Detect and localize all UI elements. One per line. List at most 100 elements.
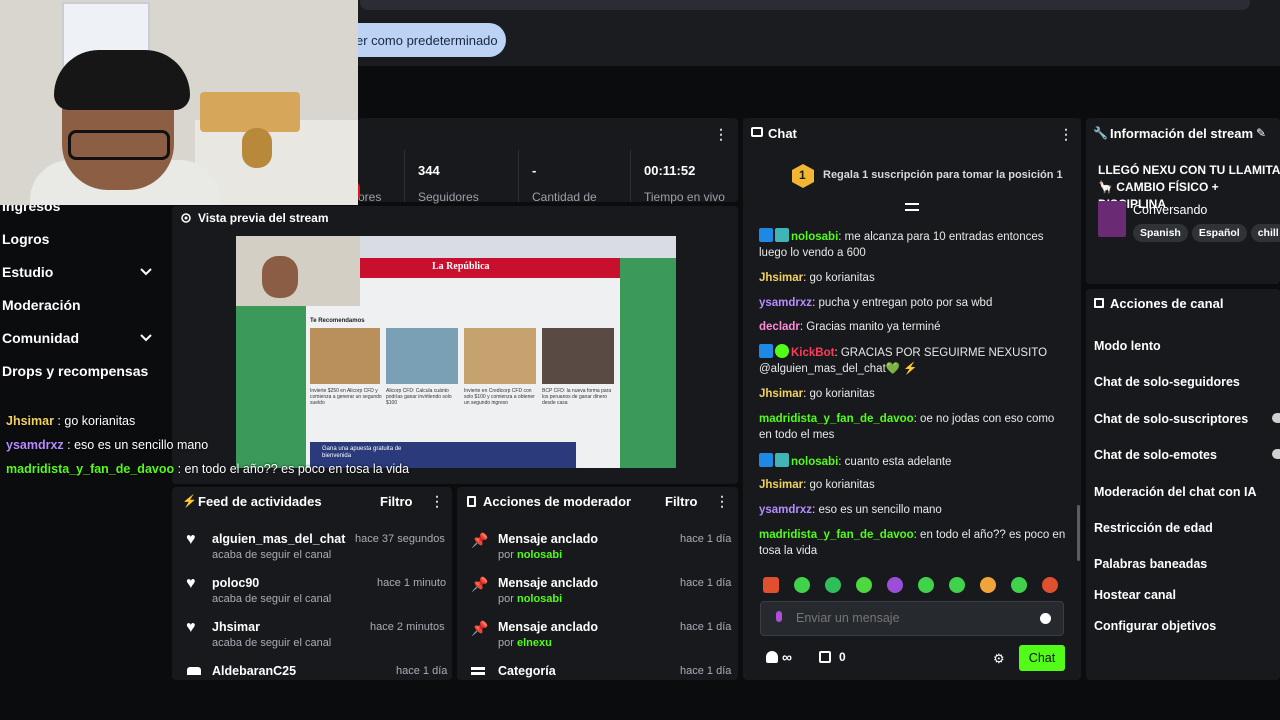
chat-text: : go korianitas [803, 388, 875, 400]
tag-chip[interactable]: Español [1191, 224, 1247, 242]
emote-icon[interactable] [918, 577, 934, 593]
category-thumbnail[interactable] [1098, 201, 1126, 237]
activity-feed-filter[interactable]: Filtro [380, 494, 413, 509]
chevron-down-icon[interactable] [140, 332, 152, 344]
chat-username[interactable]: nolosabi [791, 231, 838, 243]
category-name[interactable]: Conversando [1133, 203, 1207, 217]
mod-item-user[interactable]: nolosabi [517, 593, 562, 605]
emotes-only-toggle[interactable] [1272, 449, 1280, 459]
chat-username[interactable]: KickBot [791, 347, 834, 359]
mod-actions-menu-icon[interactable]: ⋮ [715, 493, 729, 510]
feed-item-name[interactable]: Jhsimar [212, 620, 260, 634]
sidebar-item-estudio[interactable]: Estudio [2, 264, 53, 280]
chat-message: decladr: Gracias manito ya terminé [759, 319, 1069, 335]
tag-chip[interactable]: Spanish [1133, 224, 1188, 242]
chat-username[interactable]: ysamdrxz [759, 504, 812, 516]
set-default-button[interactable]: er como predeterminado [340, 23, 506, 57]
stats-panel: ⋮ 344 Seguidores ores - Cantidad de 00:1… [358, 118, 738, 204]
mod-item-name: Mensaje anclado [498, 576, 599, 590]
chevron-down-icon[interactable] [140, 266, 152, 278]
emote-icon[interactable] [949, 577, 965, 593]
chat-username[interactable]: nolosabi [791, 456, 838, 468]
document-icon [467, 496, 476, 507]
emote-icon[interactable] [887, 577, 903, 593]
teddy-bear [242, 128, 272, 168]
emote-icon[interactable] [794, 577, 810, 593]
emoji-picker-icon[interactable] [1040, 613, 1051, 624]
chat-message: ysamdrxz: pucha y entregan poto por sa w… [759, 295, 1069, 311]
channel-actions-title: Acciones de canal [1110, 296, 1224, 311]
action-emotes-only[interactable]: Chat de solo-emotes [1094, 448, 1217, 462]
chat-text: : pucha y entregan poto por sa wbd [812, 297, 993, 309]
chat-text: : Gracias manito ya terminé [799, 321, 941, 333]
chat-input[interactable] [796, 608, 1026, 628]
preview-article: BCP CFD: la nueva forma para los peruano… [542, 388, 612, 406]
chat-username[interactable]: Jhsimar [759, 388, 803, 400]
action-slow-mode[interactable]: Modo lento [1094, 339, 1161, 353]
chat-username[interactable]: madridista_y_fan_de_davoo [759, 413, 914, 425]
feed-item-name[interactable]: AldebaranC25 [212, 664, 296, 678]
emote-bar [763, 577, 1063, 595]
chat-menu-icon[interactable]: ⋮ [1059, 126, 1073, 143]
action-subscribers-only[interactable]: Chat de solo-suscriptores [1094, 412, 1248, 426]
sidebar-item-moderacion[interactable]: Moderación [2, 297, 81, 313]
mod-item-name: Mensaje anclado [498, 620, 599, 634]
gift-sub-prompt[interactable]: Regala 1 suscripción para tomar la posic… [823, 169, 1063, 181]
preview-face [262, 256, 298, 298]
feed-item-name[interactable]: poloc90 [212, 576, 259, 590]
chat-username[interactable]: ysamdrxz [759, 297, 812, 309]
action-host-channel[interactable]: Hostear canal [1094, 588, 1176, 602]
preview-side-can-left [236, 296, 306, 468]
chat-username[interactable]: madridista_y_fan_de_davoo [759, 529, 914, 541]
gear-icon[interactable]: ⚙ [993, 651, 1005, 667]
mod-item-by-label: por [498, 549, 517, 561]
preview-article: Invierte $250 en Alicorp CFD y comienza … [310, 388, 382, 406]
mod-actions-filter[interactable]: Filtro [665, 494, 698, 509]
action-banned-words[interactable]: Palabras baneadas [1094, 557, 1207, 571]
chat-message: madridista_y_fan_de_davoo: en todo el añ… [759, 527, 1069, 559]
sidebar-item-comunidad[interactable]: Comunidad [2, 330, 79, 346]
chat-username[interactable]: decladr [759, 321, 800, 333]
mod-item-user[interactable]: nolosabi [517, 549, 562, 561]
activity-feed-menu-icon[interactable]: ⋮ [430, 493, 444, 510]
emote-icon[interactable] [763, 577, 779, 593]
emote-icon[interactable] [856, 577, 872, 593]
sidebar-item-drops[interactable]: Drops y recompensas [2, 363, 148, 379]
headboard [200, 92, 300, 132]
action-age-restriction[interactable]: Restricción de edad [1094, 521, 1213, 535]
stream-preview-video[interactable]: La República Te Recomendamos Invierte $2… [236, 236, 676, 468]
feed-item-name[interactable]: alguien_mas_del_chat [212, 532, 345, 546]
chat-send-button[interactable]: Chat [1019, 645, 1065, 671]
wrench-icon: 🔧 [1093, 126, 1108, 140]
emote-icon[interactable] [1042, 577, 1058, 593]
mod-item-time: hace 1 día [680, 577, 732, 589]
overlay-chat-line: Jhsimar : go korianitas [6, 414, 135, 428]
chat-username[interactable]: Jhsimar [759, 479, 803, 491]
overlay-chat-user: ysamdrxz [6, 438, 64, 452]
sidebar-item-logros[interactable]: Logros [2, 231, 49, 247]
chat-message: ysamdrxz: eso es un sencillo mano [759, 502, 1069, 518]
mod-item-name: Categoría [498, 664, 556, 678]
emote-icon[interactable] [1011, 577, 1027, 593]
microphone-icon[interactable] [776, 611, 782, 622]
chat-scrollbar[interactable] [1077, 505, 1080, 561]
tag-chip[interactable]: chill [1250, 224, 1280, 242]
preview-section: Te Recomendamos [310, 318, 365, 324]
action-ai-moderation[interactable]: Moderación del chat con IA [1094, 485, 1257, 499]
activity-feed-panel: ⚡ Feed de actividades Filtro ⋮ ♥ alguien… [172, 487, 452, 680]
chat-username[interactable]: Jhsimar [759, 272, 803, 284]
pinned-collapse-icon[interactable] [905, 203, 919, 211]
action-followers-only[interactable]: Chat de solo-seguidores [1094, 375, 1240, 389]
chat-title: Chat [768, 126, 797, 141]
preview-article: Alicorp CFD: Calcula cuánto podrías gana… [386, 388, 452, 406]
emote-icon[interactable] [825, 577, 841, 593]
preview-webcam [236, 236, 360, 306]
emote-icon[interactable] [980, 577, 996, 593]
mod-item-user[interactable]: elnexu [517, 637, 552, 649]
edit-pencil-icon[interactable]: ✎ [1256, 126, 1266, 140]
action-configure-goals[interactable]: Configurar objetivos [1094, 619, 1216, 633]
heart-icon: ♥ [186, 575, 196, 592]
stats-menu-icon[interactable]: ⋮ [714, 126, 728, 143]
subscribers-only-toggle[interactable] [1272, 413, 1280, 423]
store-icon[interactable] [819, 651, 831, 663]
